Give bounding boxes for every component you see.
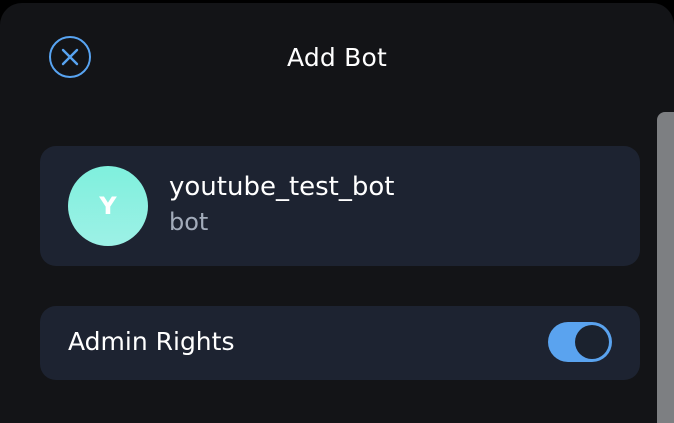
admin-rights-row[interactable]: Admin Rights xyxy=(40,306,640,380)
add-bot-sheet: Add Bot Y youtube_test_bot bot Admin Rig… xyxy=(0,3,674,423)
avatar: Y xyxy=(68,166,148,246)
page-title: Add Bot xyxy=(287,43,387,72)
bot-info-card: Y youtube_test_bot bot xyxy=(40,146,640,266)
admin-rights-toggle[interactable] xyxy=(548,322,612,362)
toggle-knob xyxy=(575,325,609,359)
scrollbar[interactable] xyxy=(657,112,674,423)
bot-name: youtube_test_bot xyxy=(169,172,395,202)
admin-rights-label: Admin Rights xyxy=(68,327,235,356)
bot-subtitle: bot xyxy=(169,208,209,236)
